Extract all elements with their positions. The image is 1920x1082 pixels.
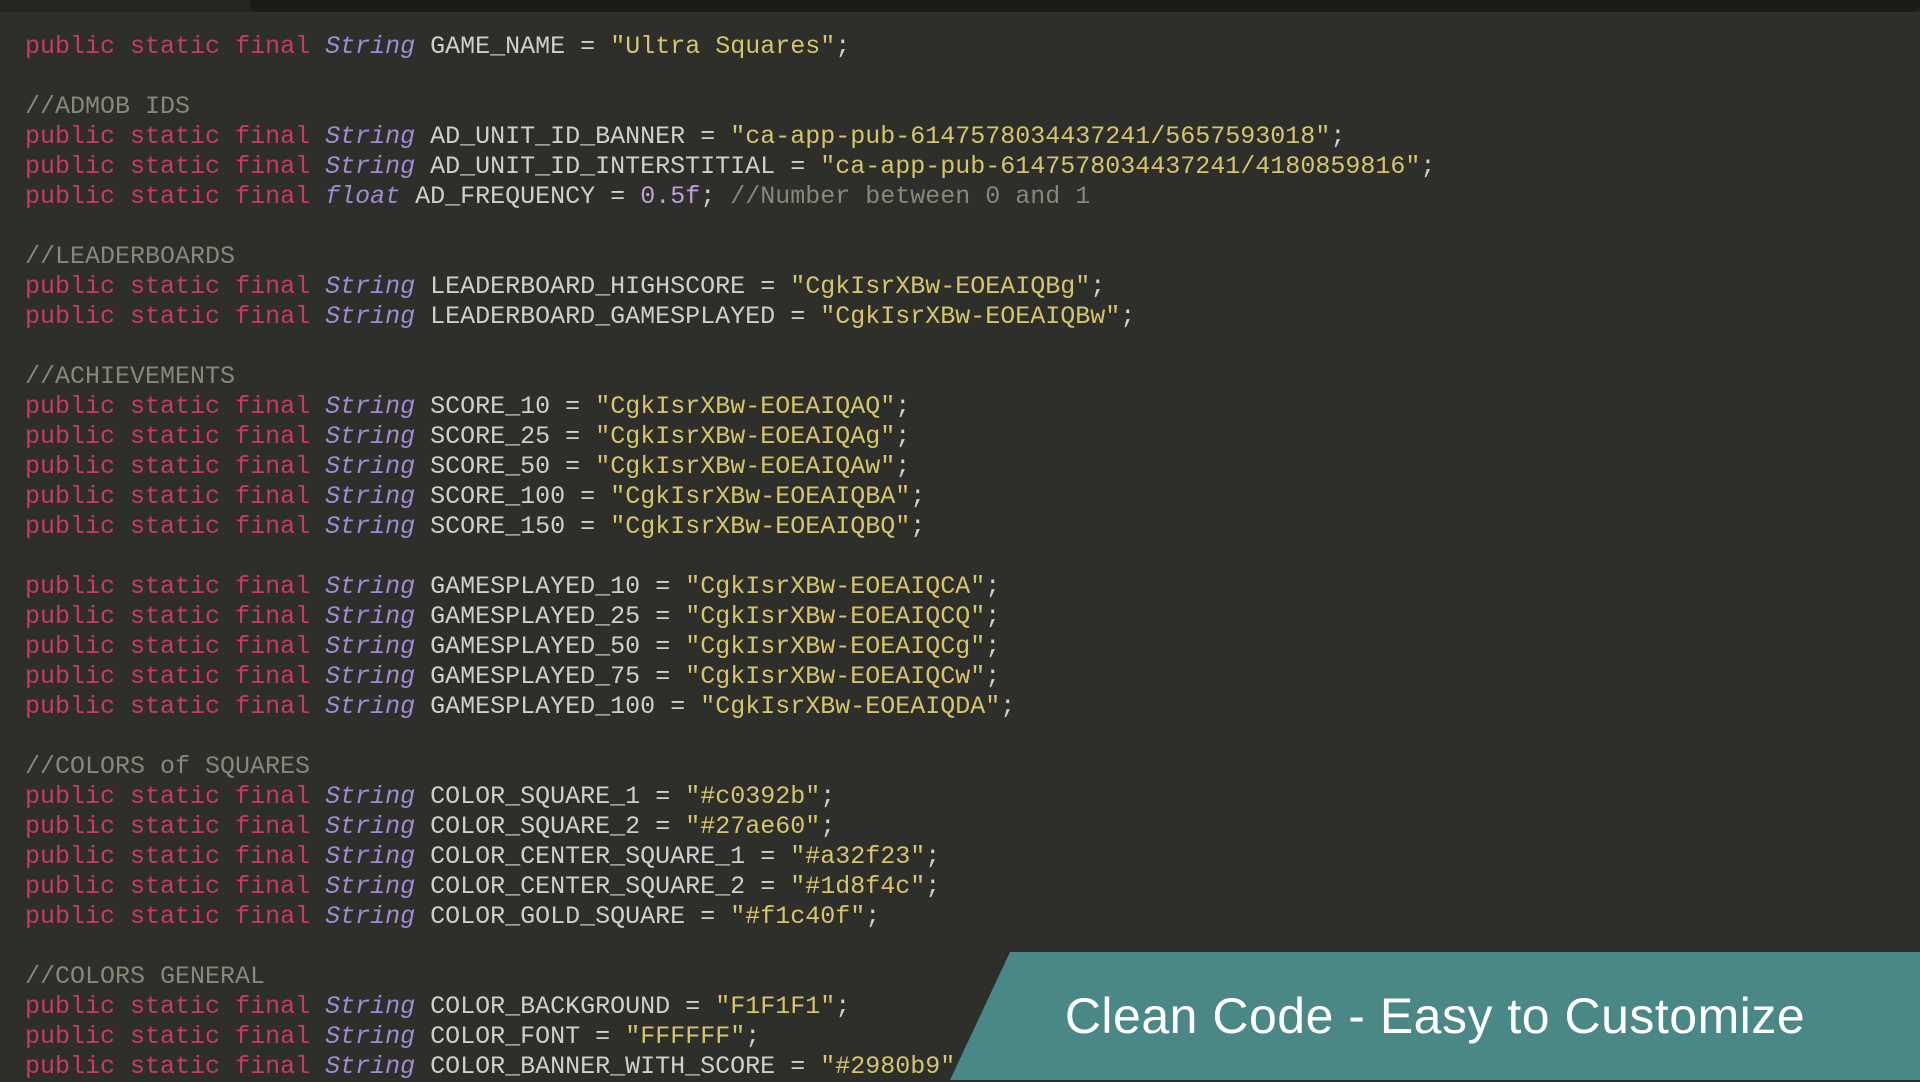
promo-overlay: Clean Code - Easy to Customize: [950, 952, 1920, 1080]
code-line[interactable]: [25, 542, 1920, 572]
code-line[interactable]: public static final String GAME_NAME = "…: [25, 32, 1920, 62]
code-line[interactable]: public static final String GAMESPLAYED_7…: [25, 662, 1920, 692]
code-line[interactable]: public static final String COLOR_CENTER_…: [25, 872, 1920, 902]
code-line[interactable]: public static final String SCORE_10 = "C…: [25, 392, 1920, 422]
code-line[interactable]: public static final String SCORE_25 = "C…: [25, 422, 1920, 452]
code-line[interactable]: public static final String GAMESPLAYED_1…: [25, 572, 1920, 602]
code-line[interactable]: //COLORS of SQUARES: [25, 752, 1920, 782]
code-line[interactable]: public static final String GAMESPLAYED_5…: [25, 632, 1920, 662]
code-line[interactable]: public static final String AD_UNIT_ID_IN…: [25, 152, 1920, 182]
tab-bar: [0, 0, 1920, 12]
code-line[interactable]: public static final String SCORE_50 = "C…: [25, 452, 1920, 482]
code-line[interactable]: public static final String AD_UNIT_ID_BA…: [25, 122, 1920, 152]
code-line[interactable]: //ACHIEVEMENTS: [25, 362, 1920, 392]
tab-shadow: [250, 0, 1920, 12]
code-line[interactable]: public static final String SCORE_150 = "…: [25, 512, 1920, 542]
code-line[interactable]: [25, 62, 1920, 92]
code-line[interactable]: public static final String COLOR_SQUARE_…: [25, 812, 1920, 842]
code-line[interactable]: public static final float AD_FREQUENCY =…: [25, 182, 1920, 212]
code-line[interactable]: //LEADERBOARDS: [25, 242, 1920, 272]
code-line[interactable]: public static final String GAMESPLAYED_2…: [25, 602, 1920, 632]
code-line[interactable]: //ADMOB IDS: [25, 92, 1920, 122]
code-line[interactable]: [25, 212, 1920, 242]
code-line[interactable]: public static final String COLOR_CENTER_…: [25, 842, 1920, 872]
code-line[interactable]: public static final String LEADERBOARD_G…: [25, 302, 1920, 332]
code-line[interactable]: public static final String LEADERBOARD_H…: [25, 272, 1920, 302]
code-editor[interactable]: public static final String GAME_NAME = "…: [0, 12, 1920, 1082]
code-line[interactable]: public static final String COLOR_GOLD_SQ…: [25, 902, 1920, 932]
code-line[interactable]: public static final String GAMESPLAYED_1…: [25, 692, 1920, 722]
code-line[interactable]: public static final String SCORE_100 = "…: [25, 482, 1920, 512]
code-line[interactable]: public static final String COLOR_SQUARE_…: [25, 782, 1920, 812]
promo-text: Clean Code - Easy to Customize: [1065, 1001, 1805, 1031]
code-line[interactable]: [25, 722, 1920, 752]
code-line[interactable]: [25, 332, 1920, 362]
